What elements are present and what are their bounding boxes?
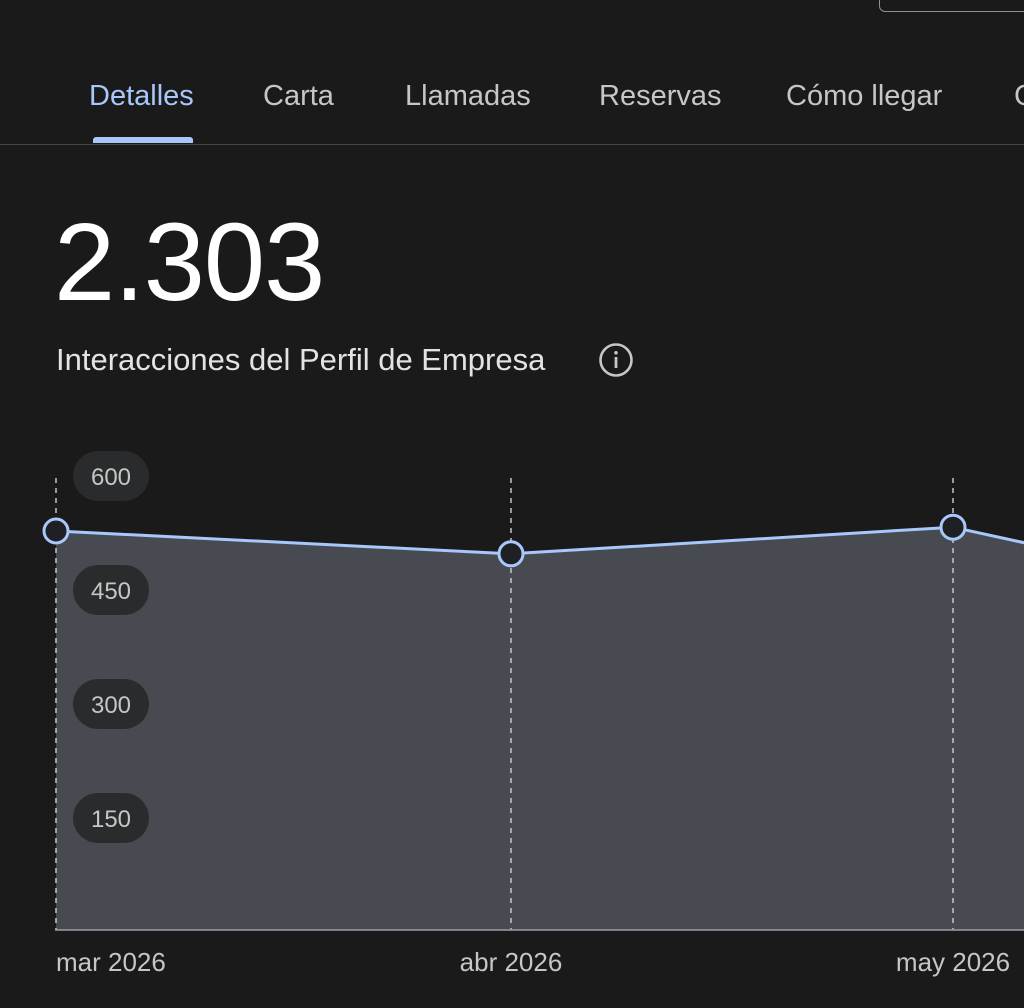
tab-detalles[interactable]: Detalles [89,78,194,114]
active-tab-indicator [93,137,193,143]
interactions-chart: 600 450 300 150 mar 2026 abr 2026 may 2026 [42,451,1024,977]
y-tick-label-1: 450 [91,578,131,605]
tab-como-llegar[interactable]: Cómo llegar [786,78,942,114]
data-point-0 [42,517,70,545]
app-root: Detalles Carta Llamadas Reservas Cómo ll… [0,0,1024,1008]
y-tick-600: 600 [73,451,149,501]
series-area [56,527,1024,930]
data-point-1 [497,540,525,568]
interactions-label: Interacciones del Perfil de Empresa [56,342,546,377]
info-icon[interactable] [598,342,634,378]
tab-carta[interactable]: Carta [263,78,334,114]
tab-bar: Detalles Carta Llamadas Reservas Cómo ll… [0,0,1024,145]
x-tick-label-0: mar 2026 [56,947,166,977]
y-tick-label-0: 600 [91,464,131,491]
tab-llamadas[interactable]: Llamadas [405,78,531,114]
x-tick-label-2: may 2026 [896,947,1010,977]
y-tick-label-3: 150 [91,806,131,833]
y-tick-450: 450 [73,565,149,615]
y-tick-150: 150 [73,793,149,843]
x-tick-label-1: abr 2026 [460,947,563,977]
interactions-total: 2.303 [54,201,325,324]
data-point-2 [939,513,967,541]
tab-reservas[interactable]: Reservas [599,78,722,114]
y-tick-label-2: 300 [91,692,131,719]
y-tick-300: 300 [73,679,149,729]
tab-partial[interactable]: C [1014,78,1024,114]
